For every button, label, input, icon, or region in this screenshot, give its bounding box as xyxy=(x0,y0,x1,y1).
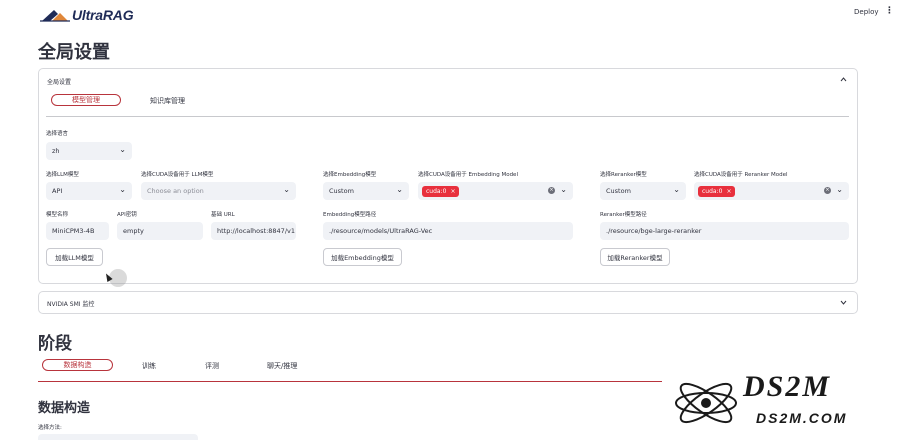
base-url-input[interactable]: http://localhost:8847/v1 xyxy=(211,222,296,240)
clear-icon[interactable]: × xyxy=(824,187,831,194)
load-llm-button[interactable]: 加载LLM模型 xyxy=(46,248,103,266)
chevron-up-icon[interactable] xyxy=(840,77,847,82)
embedding-cuda-label: 选择CUDA设备用于 Embedding Model xyxy=(418,172,518,178)
cuda-tag[interactable]: cuda:0 × xyxy=(698,185,736,197)
language-select[interactable]: zh ⌄ xyxy=(46,142,132,160)
reranker-cuda-label: 选择CUDA设备用于 Reranker Model xyxy=(694,172,788,178)
reranker-model-select[interactable]: Custom ⌄ xyxy=(600,182,686,200)
language-value: zh xyxy=(52,147,60,155)
watermark: DS2M DS2M.COM xyxy=(672,368,892,436)
tab-training[interactable]: 训练 xyxy=(142,361,156,371)
ultrarag-logo-icon xyxy=(40,10,70,22)
chevron-down-icon: ⌄ xyxy=(396,185,403,194)
watermark-subtitle: DS2M.COM xyxy=(756,410,848,426)
deploy-button[interactable]: Deploy xyxy=(854,8,879,16)
tab-data-construction[interactable]: 数据构造 xyxy=(42,359,113,371)
app-logo: UltraRAG xyxy=(40,6,134,24)
reranker-path-input[interactable]: ./resource/bge-large-reranker xyxy=(600,222,849,240)
api-key-input[interactable]: empty xyxy=(117,222,203,240)
stage-title: 阶段 xyxy=(38,334,72,354)
reranker-model-value: Custom xyxy=(606,187,631,195)
model-name-input[interactable]: MiniCPM3-4B xyxy=(46,222,109,240)
tab-model-management[interactable]: 模型管理 xyxy=(51,94,121,106)
nvidia-smi-expander[interactable]: NVIDIA SMI 监控 xyxy=(38,291,858,314)
embedding-model-select[interactable]: Custom ⌄ xyxy=(323,182,409,200)
atom-logo-icon xyxy=(675,382,737,424)
llm-cuda-placeholder: Choose an option xyxy=(147,187,204,195)
page-title: 全局设置 xyxy=(38,42,110,63)
tab-knowledge-base[interactable]: 知识库管理 xyxy=(150,96,185,106)
llm-cuda-select[interactable]: Choose an option ⌄ xyxy=(141,182,296,200)
embedding-cuda-select[interactable]: cuda:0 × × ⌄ xyxy=(418,182,573,200)
reranker-model-label: 选择Reranker模型 xyxy=(600,172,647,178)
llm-model-label: 选择LLM模型 xyxy=(46,172,79,178)
clear-icon[interactable]: × xyxy=(548,187,555,194)
embedding-path-label: Embedding模型路径 xyxy=(323,212,377,218)
nvidia-smi-label[interactable]: NVIDIA SMI 监控 xyxy=(47,299,94,308)
load-reranker-button[interactable]: 加载Reranker模型 xyxy=(600,248,670,266)
chevron-down-icon[interactable] xyxy=(840,300,847,305)
llm-model-select[interactable]: API ⌄ xyxy=(46,182,132,200)
logo-text: UltraRAG xyxy=(72,7,134,23)
reranker-cuda-select[interactable]: cuda:0 × × ⌄ xyxy=(694,182,849,200)
chevron-down-icon: ⌄ xyxy=(119,185,126,194)
watermark-title: DS2M xyxy=(743,370,832,403)
llm-cuda-label: 选择CUDA设备用于 LLM模型 xyxy=(141,172,214,178)
chevron-down-icon: ⌄ xyxy=(119,145,126,154)
model-name-label: 模型名称 xyxy=(46,212,69,218)
remove-tag-icon[interactable]: × xyxy=(726,188,731,195)
method-label: 选择方法: xyxy=(38,425,62,431)
api-key-label: API密钥 xyxy=(117,212,137,218)
reranker-path-label: Reranker模型路径 xyxy=(600,212,647,218)
language-label: 选择语言 xyxy=(46,131,69,137)
load-embedding-button[interactable]: 加载Embedding模型 xyxy=(323,248,402,266)
tab-divider xyxy=(46,116,849,117)
embedding-model-label: 选择Embedding模型 xyxy=(323,172,377,178)
chevron-down-icon: ⌄ xyxy=(560,185,567,194)
cuda-tag-label: cuda:0 xyxy=(702,187,723,195)
remove-tag-icon[interactable]: × xyxy=(450,188,455,195)
llm-model-value: API xyxy=(52,187,63,195)
stage-tab-divider xyxy=(38,381,662,382)
embedding-model-value: Custom xyxy=(329,187,354,195)
chevron-down-icon: ⌄ xyxy=(836,185,843,194)
section-title: 数据构造 xyxy=(38,401,91,416)
main-menu-icon[interactable]: ⋮ xyxy=(885,6,894,16)
cuda-tag[interactable]: cuda:0 × xyxy=(422,185,460,197)
method-select[interactable] xyxy=(38,434,198,440)
chevron-down-icon: ⌄ xyxy=(673,185,680,194)
chevron-down-icon: ⌄ xyxy=(283,185,290,194)
tab-evaluation[interactable]: 评测 xyxy=(205,361,219,371)
expander-label[interactable]: 全局设置 xyxy=(47,77,71,86)
base-url-label: 基础 URL xyxy=(211,212,235,218)
cuda-tag-label: cuda:0 xyxy=(426,187,447,195)
tab-chat-inference[interactable]: 聊天/推理 xyxy=(267,361,297,371)
embedding-path-input[interactable]: ./resource/models/UltraRAG-Vec xyxy=(323,222,573,240)
